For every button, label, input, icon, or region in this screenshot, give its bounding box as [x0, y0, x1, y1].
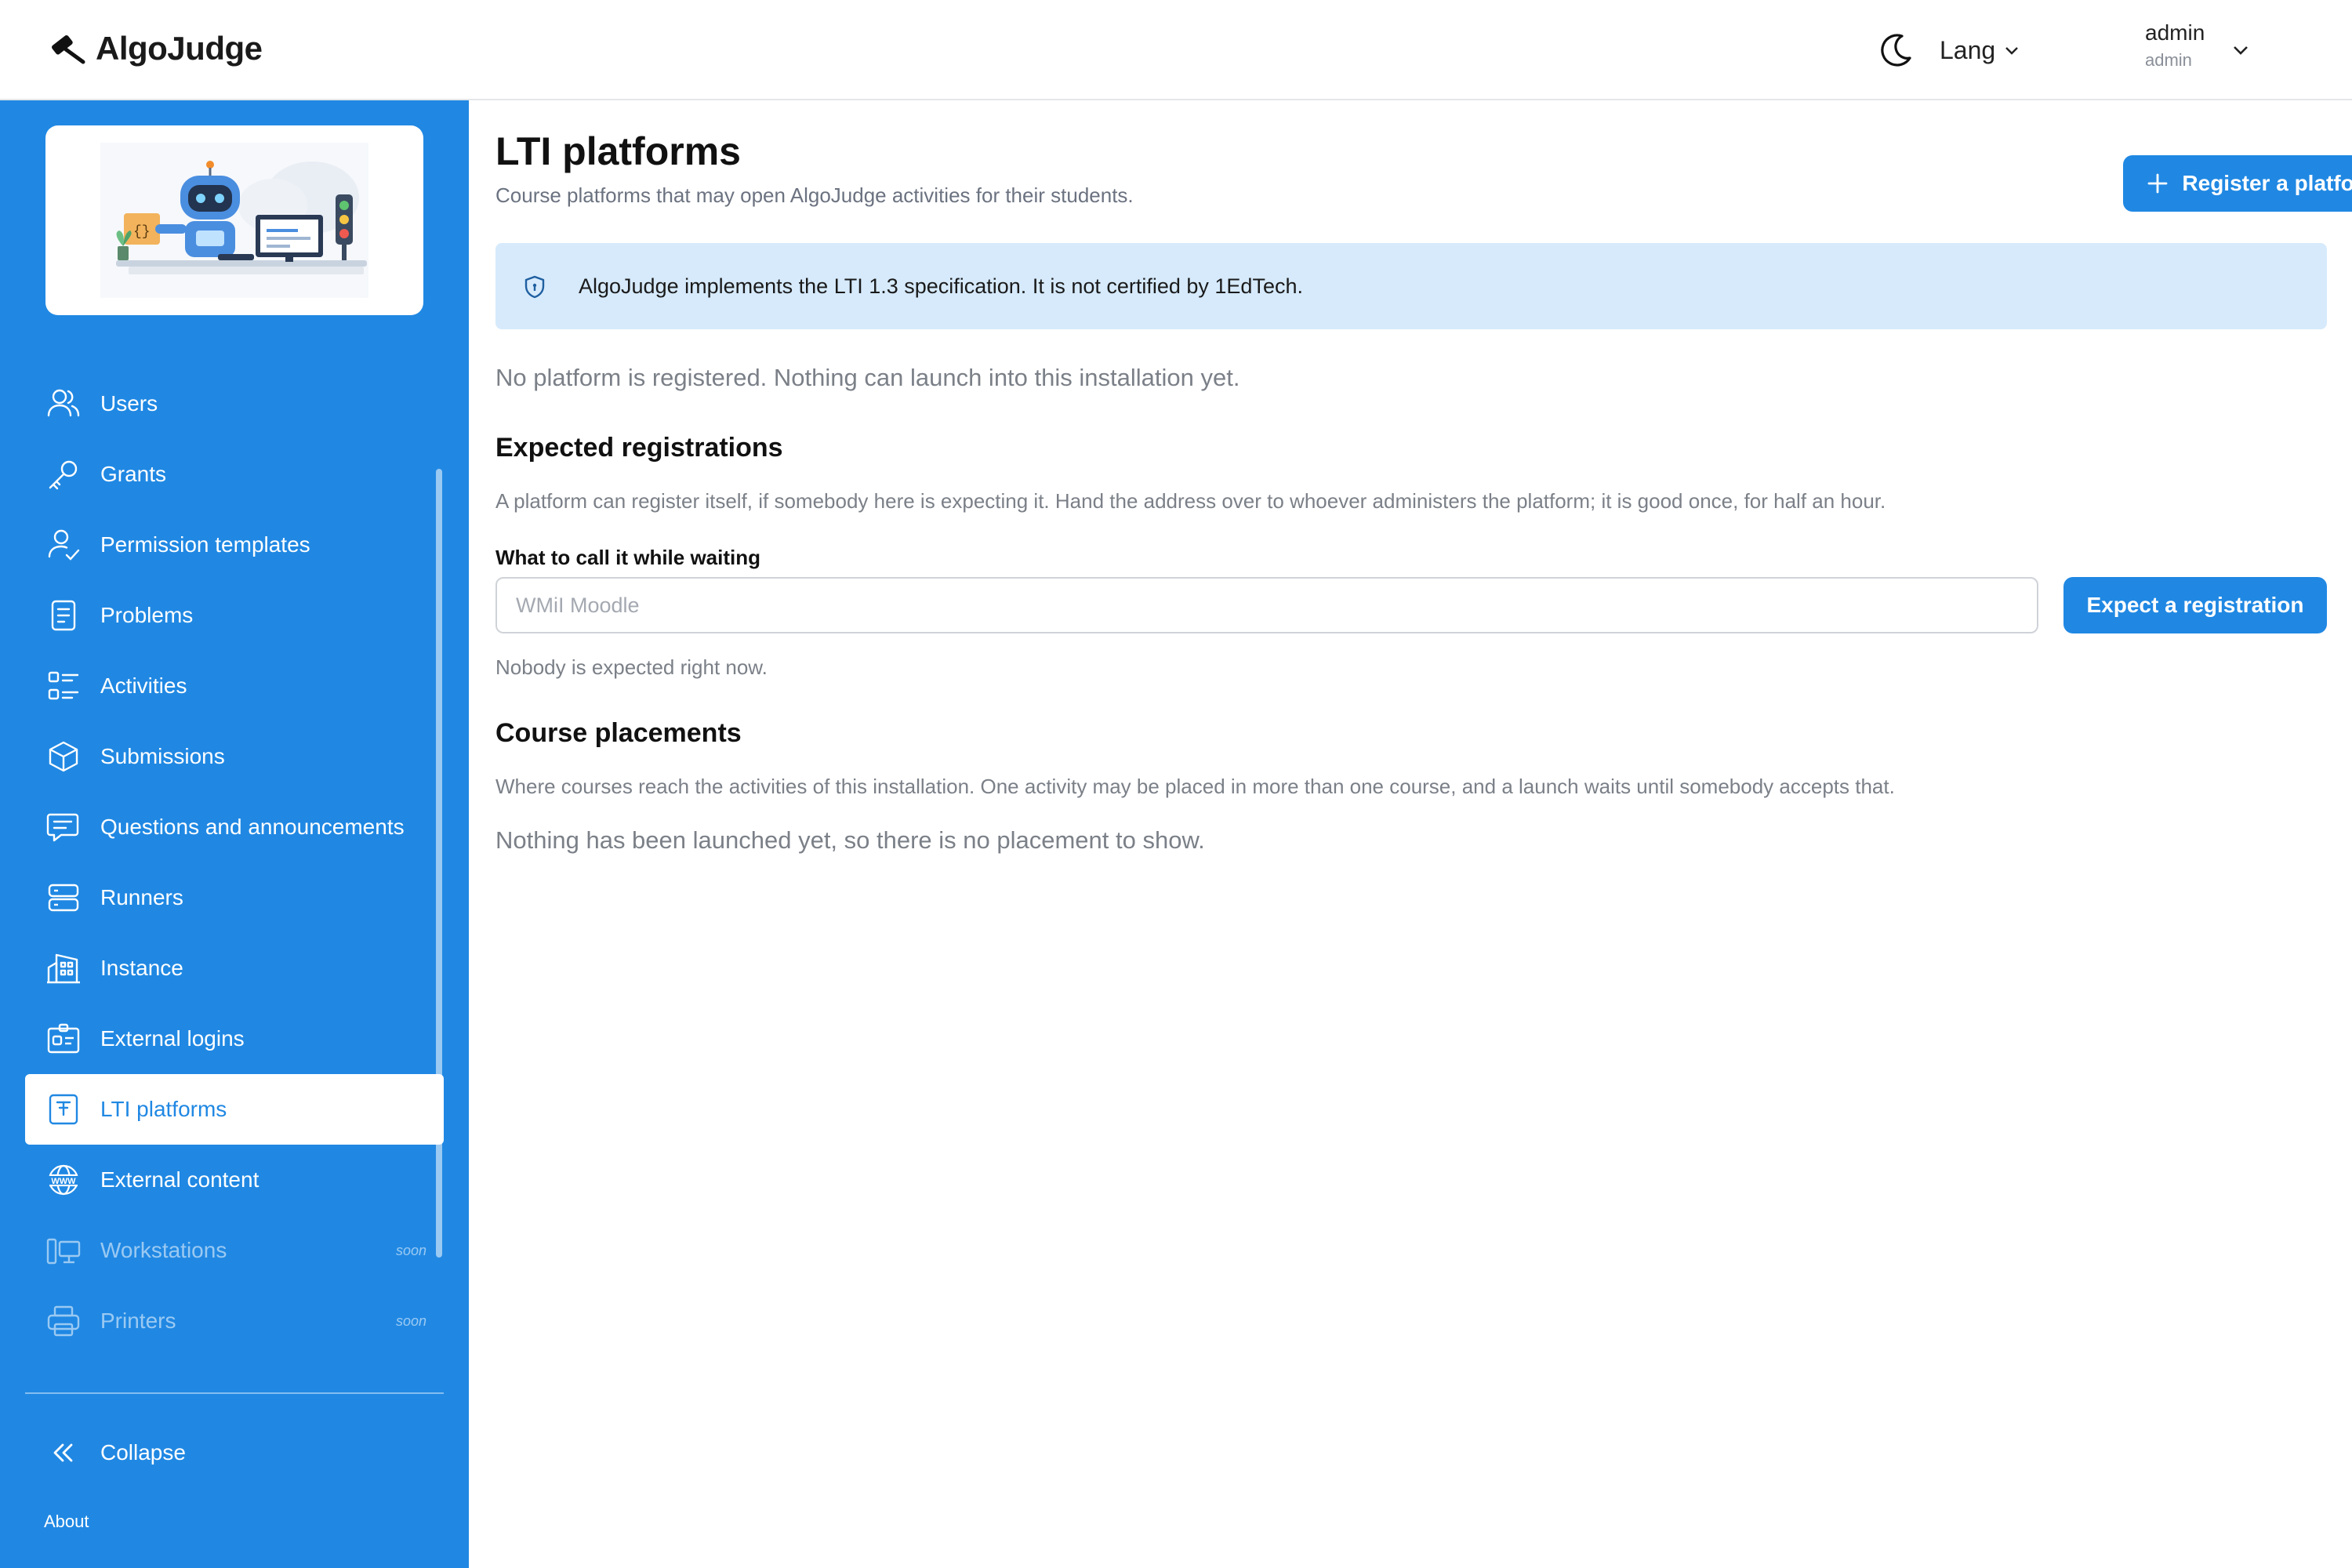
info-banner: AlgoJudge implements the LTI 1.3 specifi… — [495, 243, 2327, 329]
sidebar-item-label: Users — [100, 391, 158, 416]
soon-badge: soon — [395, 1312, 426, 1329]
no-platforms-message: No platform is registered. Nothing can l… — [495, 364, 1240, 391]
user-check-icon — [48, 529, 80, 561]
expected-registrations-description: A platform can register itself, if someb… — [495, 489, 1886, 513]
register-platform-button[interactable]: Register a platform — [2123, 155, 2352, 212]
sidebar-item-label: Workstations — [100, 1238, 227, 1262]
no-placements-message: Nothing has been launched yet, so there … — [495, 826, 1205, 854]
brand[interactable]: AlgoJudge — [47, 24, 263, 74]
sidebar-item-permission-templates[interactable]: Permission templates — [25, 510, 444, 580]
sidebar-item-label: Questions and announcements — [100, 815, 405, 839]
double-chevron-left-icon — [53, 1443, 73, 1462]
chevron-down-icon[interactable] — [2230, 39, 2252, 61]
expected-registrations-heading: Expected registrations — [495, 433, 783, 463]
sidebar-scrollbar[interactable] — [436, 469, 442, 1258]
list-icon — [48, 671, 79, 700]
gavel-icon — [52, 34, 85, 64]
sidebar-item-label: External content — [100, 1167, 260, 1192]
sidebar-item-lti-platforms[interactable]: LTI platforms — [25, 1074, 444, 1145]
top-header: AlgoJudge Lang admin admin — [0, 0, 2352, 100]
sidebar-item-label: LTI platforms — [100, 1097, 227, 1121]
key-icon — [49, 460, 78, 490]
robot-illustration: {} — [100, 143, 368, 298]
collapse-label: Collapse — [100, 1440, 186, 1465]
sidebar-item-label: Instance — [100, 956, 183, 980]
page-title: LTI platforms — [495, 129, 741, 173]
building-icon — [47, 953, 80, 984]
svg-text:{}: {} — [133, 224, 151, 240]
sidebar-item-label: Activities — [100, 673, 187, 698]
collapse-sidebar-button[interactable]: Collapse — [25, 1417, 444, 1488]
sidebar: {} Users Grants Permission templates Pro… — [0, 100, 469, 1568]
sidebar-item-instance[interactable]: Instance — [25, 933, 444, 1004]
sidebar-divider — [25, 1392, 444, 1394]
course-placements-description: Where courses reach the activities of th… — [495, 775, 1895, 798]
expect-registration-label: Expect a registration — [2086, 593, 2304, 617]
expect-registration-button[interactable]: Expect a registration — [2063, 577, 2327, 633]
plus-icon — [2148, 173, 2168, 194]
sidebar-item-external-content[interactable]: WWW External content — [25, 1145, 444, 1215]
id-card-icon — [47, 1023, 80, 1054]
register-platform-label: Register a platform — [2182, 171, 2352, 195]
www-icon: WWW — [46, 1164, 81, 1196]
sidebar-item-problems[interactable]: Problems — [25, 580, 444, 651]
waiting-name-input[interactable] — [495, 577, 2038, 633]
sidebar-item-workstations: Workstations soon — [25, 1215, 444, 1286]
svg-text:WWW: WWW — [51, 1177, 76, 1186]
sidebar-item-label: External logins — [100, 1026, 245, 1051]
app-name: AlgoJudge — [96, 30, 263, 67]
page-subtitle: Course platforms that may open AlgoJudge… — [495, 183, 1134, 207]
document-icon — [51, 600, 76, 631]
waiting-name-label: What to call it while waiting — [495, 546, 761, 569]
nobody-expected-message: Nobody is expected right now. — [495, 655, 768, 679]
sidebar-item-questions[interactable]: Questions and announcements — [25, 792, 444, 862]
moon-icon — [1881, 34, 1911, 67]
language-selector[interactable]: Lang — [1940, 30, 2020, 71]
user-role: admin — [2145, 50, 2192, 70]
printer-icon — [47, 1305, 80, 1337]
chat-icon — [46, 813, 79, 842]
sidebar-item-grants[interactable]: Grants — [25, 439, 444, 510]
about-link[interactable]: About — [44, 1512, 89, 1532]
shield-icon — [524, 275, 545, 299]
user-name: admin — [2145, 20, 2205, 45]
sidebar-item-runners[interactable]: Runners — [25, 862, 444, 933]
sidebar-item-activities[interactable]: Activities — [25, 651, 444, 721]
course-placements-heading: Course placements — [495, 718, 742, 748]
sidebar-item-submissions[interactable]: Submissions — [25, 721, 444, 792]
sidebar-item-printers: Printers soon — [25, 1286, 444, 1356]
soon-badge: soon — [395, 1242, 426, 1258]
sidebar-nav: Users Grants Permission templates Proble… — [25, 368, 444, 1356]
info-banner-text: AlgoJudge implements the LTI 1.3 specifi… — [579, 274, 1303, 298]
server-icon — [48, 884, 79, 912]
hero-illustration-card: {} — [45, 125, 423, 315]
sidebar-item-label: Grants — [100, 462, 167, 486]
users-icon — [47, 389, 80, 417]
user-menu[interactable]: admin admin — [2145, 20, 2270, 71]
language-label: Lang — [1940, 35, 1996, 64]
theme-toggle-button[interactable] — [1875, 30, 1916, 71]
sidebar-item-users[interactable]: Users — [25, 368, 444, 439]
workstation-icon — [46, 1238, 81, 1265]
sidebar-item-label: Permission templates — [100, 532, 310, 557]
sidebar-item-label: Runners — [100, 885, 183, 909]
cube-icon — [49, 741, 78, 772]
chevron-down-icon — [2005, 47, 2019, 55]
sidebar-item-label: Printers — [100, 1308, 176, 1333]
sidebar-item-external-logins[interactable]: External logins — [25, 1004, 444, 1074]
sidebar-item-label: Problems — [100, 603, 194, 627]
lti-icon — [49, 1094, 78, 1125]
sidebar-item-label: Submissions — [100, 744, 225, 768]
